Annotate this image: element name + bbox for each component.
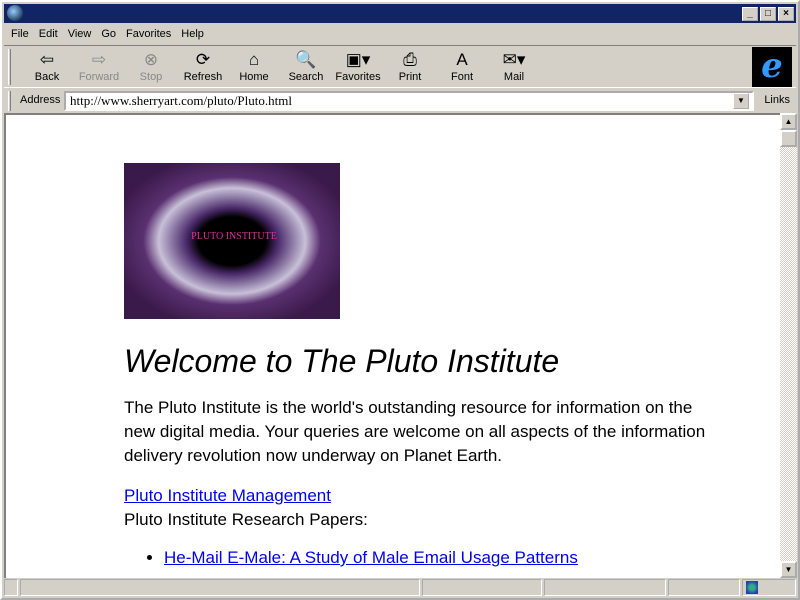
favorites-icon: ▣▾: [345, 50, 371, 69]
favorites-button[interactable]: ▣▾ Favorites: [332, 49, 384, 83]
print-button[interactable]: ⎙ Print: [384, 49, 436, 83]
menu-edit[interactable]: Edit: [34, 28, 63, 40]
menu-file[interactable]: File: [6, 28, 34, 40]
print-label: Print: [398, 71, 422, 83]
back-button[interactable]: ⇦ Back: [21, 49, 73, 83]
search-label: Search: [288, 71, 324, 83]
menu-help[interactable]: Help: [176, 28, 209, 40]
home-button[interactable]: ⌂ Home: [228, 49, 280, 83]
address-grip[interactable]: [8, 91, 11, 111]
scroll-up-button[interactable]: ▲: [780, 113, 797, 130]
font-icon: A: [456, 50, 468, 69]
back-arrow-icon: ⇦: [39, 50, 55, 69]
refresh-icon: ⟳: [195, 50, 211, 69]
stop-label: Stop: [139, 71, 163, 83]
status-bar: [2, 578, 798, 598]
internet-zone-icon: [746, 581, 758, 594]
title-bar: _ □ ×: [4, 4, 796, 23]
refresh-button[interactable]: ⟳ Refresh: [177, 49, 229, 83]
management-link[interactable]: Pluto Institute Management: [124, 486, 331, 505]
forward-button[interactable]: ⇨ Forward: [73, 49, 125, 83]
stop-icon: ⊗: [143, 50, 159, 69]
font-button[interactable]: A Font: [436, 49, 488, 83]
papers-list: He-Mail E-Male: A Study of Male Email Us…: [164, 548, 724, 568]
home-icon: ⌂: [248, 50, 260, 69]
page-heading: Welcome to The Pluto Institute: [124, 343, 560, 379]
menu-go[interactable]: Go: [96, 28, 121, 40]
stop-button[interactable]: ⊗ Stop: [125, 49, 177, 83]
maximize-button[interactable]: □: [760, 7, 776, 21]
paper-link[interactable]: He-Mail E-Male: A Study of Male Email Us…: [164, 548, 578, 567]
ie-logo: e: [752, 47, 792, 87]
mail-button[interactable]: ✉▾ Mail: [488, 49, 540, 83]
scroll-down-button[interactable]: ▼: [780, 561, 797, 578]
search-button[interactable]: 🔍 Search: [280, 49, 332, 83]
search-icon: 🔍: [295, 50, 317, 69]
logo-text: PLUTO INSTITUTE: [191, 231, 277, 242]
links-button[interactable]: Links: [764, 94, 790, 106]
vertical-scrollbar[interactable]: ▲ ▼: [780, 113, 797, 578]
print-icon: ⎙: [403, 50, 417, 69]
page-content: PLUTO INSTITUTE Welcome to The Pluto Ins…: [4, 113, 780, 578]
home-label: Home: [239, 71, 269, 83]
ie-window-icon[interactable]: [7, 5, 23, 21]
papers-label: Pluto Institute Research Papers:: [124, 510, 368, 529]
address-input[interactable]: [64, 91, 754, 111]
toolbar: ⇦ Back ⇨ Forward ⊗ Stop ⟳ Refresh ⌂ Home 🔍 Search ▣▾…: [4, 45, 796, 88]
font-label: Font: [450, 71, 473, 83]
minimize-button[interactable]: _: [742, 7, 758, 21]
address-bar: Address ▼ Links: [4, 89, 796, 113]
forward-label: Forward: [78, 71, 120, 83]
mail-icon: ✉▾: [502, 50, 526, 69]
address-label: Address: [20, 94, 61, 106]
pluto-institute-logo-image: PLUTO INSTITUTE: [124, 163, 340, 319]
address-dropdown-button[interactable]: ▼: [733, 93, 749, 109]
list-item: He-Mail E-Male: A Study of Male Email Us…: [164, 548, 724, 568]
toolbar-grip[interactable]: [8, 49, 11, 85]
status-text: [20, 579, 420, 596]
menu-bar: File Edit View Go Favorites Help: [6, 24, 209, 44]
refresh-label: Refresh: [183, 71, 223, 83]
scroll-thumb[interactable]: [780, 130, 797, 147]
intro-paragraph: The Pluto Institute is the world's outst…: [124, 398, 706, 465]
close-button[interactable]: ×: [778, 7, 794, 21]
menu-favorites[interactable]: Favorites: [121, 28, 176, 40]
favorites-label: Favorites: [335, 71, 381, 83]
mail-label: Mail: [503, 71, 525, 83]
back-label: Back: [34, 71, 60, 83]
forward-arrow-icon: ⇨: [91, 50, 107, 69]
menu-view[interactable]: View: [63, 28, 97, 40]
